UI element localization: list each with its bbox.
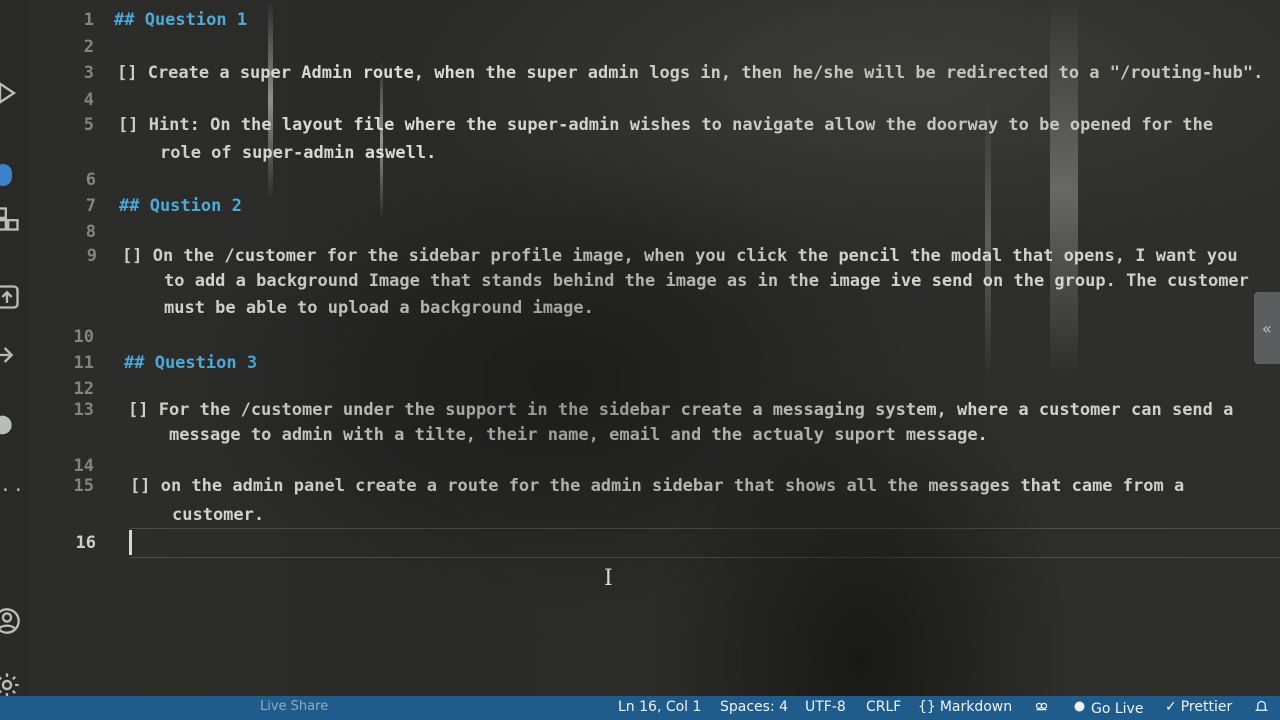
editor-line[interactable]: 2 [30, 37, 1280, 63]
line-text: to add a background Image that stands be… [164, 271, 1249, 291]
line-number: 16 [75, 533, 96, 553]
editor-line[interactable]: 11 ## Question 3 [30, 353, 1280, 379]
prettier-label: Prettier [1180, 699, 1233, 715]
extensions-icon[interactable] [0, 204, 22, 234]
line-text: ## Question 1 [114, 10, 248, 30]
activity-bar: ·· [0, 0, 30, 720]
language-label: Markdown [939, 699, 1013, 715]
editor-area[interactable]: 1 ## Question 1 2 3 [] Create a super Ad… [30, 0, 1280, 696]
line-number: 6 [85, 170, 96, 190]
line-number: 7 [85, 196, 96, 216]
editor-line[interactable]: 13 [] For the /customer under the suppor… [30, 400, 1280, 426]
line-number: 5 [83, 115, 94, 135]
line-text: ## Question 3 [124, 353, 258, 373]
line-text: must be able to upload a background imag… [164, 298, 594, 318]
line-number: 12 [73, 379, 94, 399]
line-number: 14 [73, 456, 94, 476]
line-text: [] Hint: On the layout file where the su… [118, 115, 1214, 135]
editor-line[interactable]: 10 [30, 327, 1280, 353]
line-number: 15 [73, 476, 94, 496]
prettier-status[interactable]: ✓ Prettier [1165, 699, 1232, 715]
line-text: [] on the admin panel create a route for… [130, 476, 1185, 496]
line-text: customer. [172, 505, 265, 525]
editor-line[interactable]: 16 [30, 533, 1280, 559]
line-number: 3 [83, 63, 94, 83]
editor-line-wrap[interactable]: must be able to upload a background imag… [30, 298, 1280, 324]
go-live-label: Go Live [1091, 700, 1144, 717]
editor-line[interactable]: 6 [30, 170, 1280, 196]
check-icon: ✓ [1165, 699, 1177, 715]
line-number: 1 [83, 10, 94, 30]
editor-line-wrap[interactable]: role of super-admin aswell. [30, 143, 1280, 169]
line-number: 9 [86, 246, 97, 266]
editor-line[interactable]: 8 [30, 222, 1280, 248]
line-number: 13 [73, 400, 94, 420]
account-icon[interactable] [0, 606, 22, 636]
editor-line[interactable]: 7 ## Qustion 2 [30, 196, 1280, 222]
line-number: 11 [73, 353, 94, 373]
copilot-icon[interactable] [1034, 699, 1049, 714]
broadcast-icon [1072, 699, 1087, 718]
editor-line[interactable]: 5 [] Hint: On the layout file where the … [30, 115, 1280, 141]
notification-badge [0, 164, 12, 186]
editor-line-wrap[interactable]: to add a background Image that stands be… [30, 271, 1280, 297]
live-share-status[interactable]: Live Share [260, 699, 328, 714]
line-text: ## Qustion 2 [119, 196, 242, 216]
editor-line[interactable]: 15 [] on the admin panel create a route … [30, 476, 1280, 502]
indentation-status[interactable]: Spaces: 4 [720, 699, 788, 715]
line-text: [] On the /customer for the sidebar prof… [122, 246, 1238, 266]
more-icon[interactable]: ·· [0, 480, 26, 501]
encoding-status[interactable]: UTF-8 [805, 699, 846, 715]
line-number: 4 [83, 90, 94, 110]
line-text: [] Create a super Admin route, when the … [117, 63, 1264, 83]
panel-collapse-button[interactable]: « [1254, 292, 1280, 364]
text-cursor [129, 530, 132, 555]
line-text: [] For the /customer under the support i… [128, 400, 1234, 420]
mouse-ibeam-cursor: I [604, 566, 613, 591]
language-mode[interactable]: {} Markdown [918, 699, 1012, 715]
editor-line[interactable]: 4 [30, 90, 1280, 116]
bell-icon[interactable] [1254, 699, 1269, 714]
line-text: role of super-admin aswell. [160, 143, 437, 163]
eol-status[interactable]: CRLF [866, 699, 901, 715]
line-text: message to admin with a tilte, their nam… [169, 425, 988, 445]
editor-line[interactable]: 3 [] Create a super Admin route, when th… [30, 63, 1280, 89]
remote-icon[interactable] [0, 282, 22, 312]
source-control-icon[interactable] [0, 340, 22, 370]
line-number: 10 [73, 327, 94, 347]
go-live-button[interactable]: Go Live [1072, 699, 1143, 718]
braces-icon: {} [918, 699, 936, 715]
editor-line-wrap[interactable]: message to admin with a tilte, their nam… [30, 425, 1280, 451]
editor-line[interactable]: 1 ## Question 1 [30, 10, 1280, 36]
cursor-position[interactable]: Ln 16, Col 1 [618, 699, 701, 715]
status-bar: Live Share Ln 16, Col 1 Spaces: 4 UTF-8 … [0, 696, 1280, 720]
line-number: 8 [85, 222, 96, 242]
testing-icon[interactable] [0, 410, 22, 440]
run-debug-icon[interactable] [0, 78, 22, 108]
line-number: 2 [83, 37, 94, 57]
editor-line[interactable]: 9 [] On the /customer for the sidebar pr… [30, 246, 1280, 272]
editor-line-wrap[interactable]: customer. [30, 505, 1280, 531]
